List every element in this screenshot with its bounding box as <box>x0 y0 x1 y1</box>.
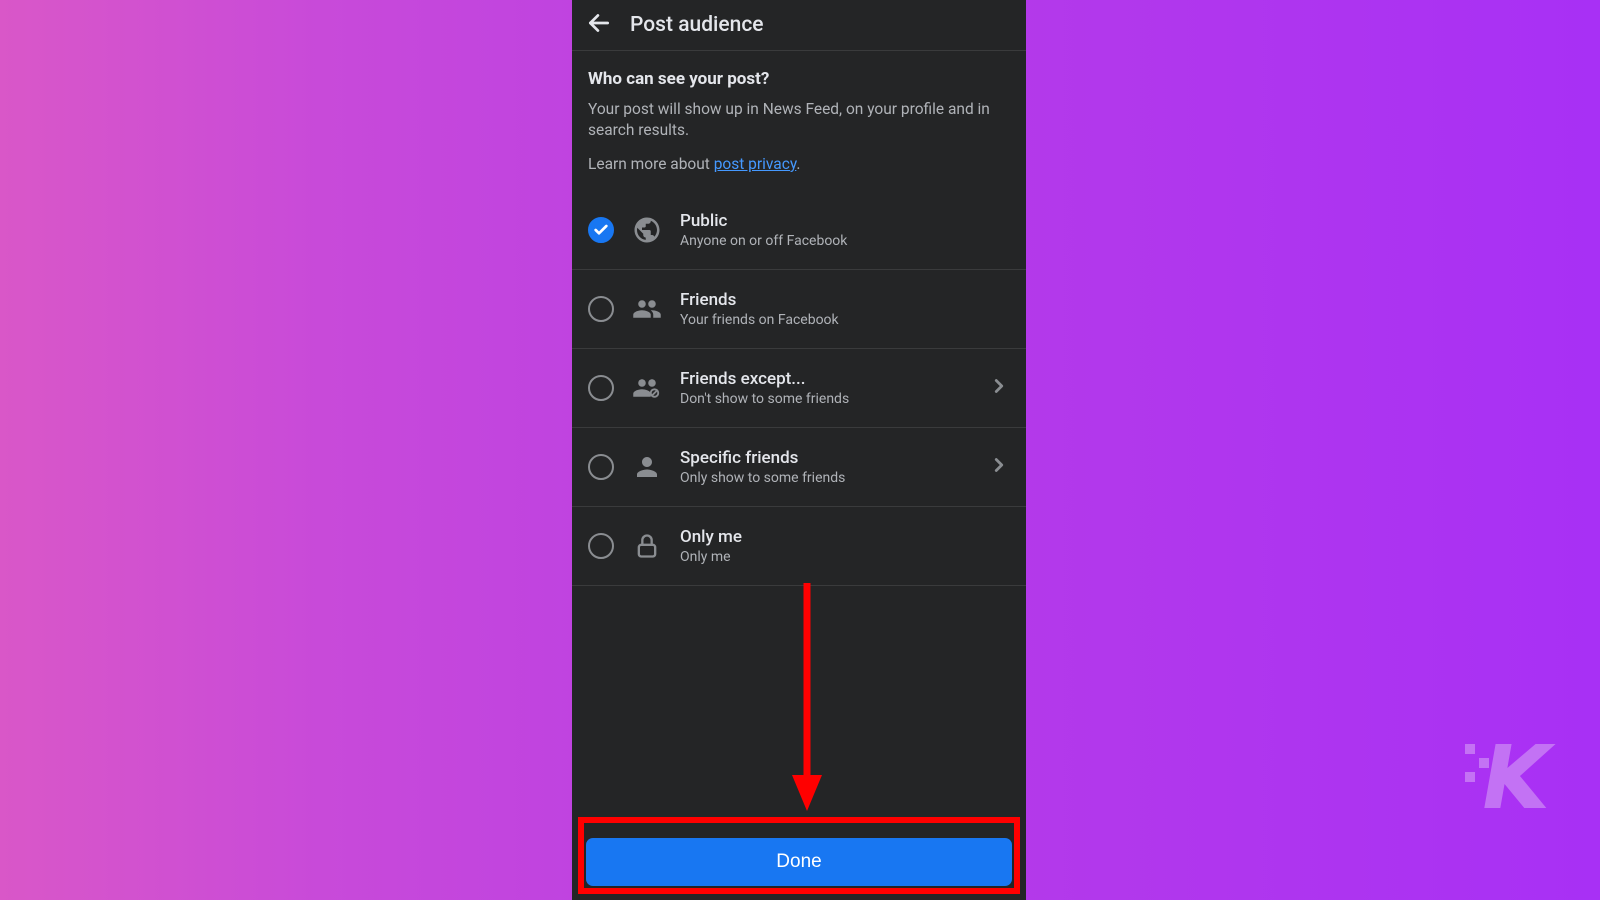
watermark-logo <box>1465 736 1560 820</box>
radio-unselected[interactable] <box>588 454 614 480</box>
description-text: Your post will show up in News Feed, on … <box>588 99 1010 141</box>
option-subtitle: Don't show to some friends <box>680 391 970 407</box>
header-title: Post audience <box>630 13 764 37</box>
footer: Done <box>572 824 1026 900</box>
specific-friends-icon <box>632 452 662 482</box>
option-text: Friends Your friends on Facebook <box>680 290 1010 328</box>
content-section: Who can see your post? Your post will sh… <box>572 51 1026 191</box>
audience-options-list: Public Anyone on or off Facebook Friends… <box>572 191 1026 586</box>
option-title: Friends <box>680 290 1010 310</box>
chevron-right-icon <box>988 375 1010 401</box>
section-title: Who can see your post? <box>588 69 1010 89</box>
friends-except-icon <box>632 373 662 403</box>
option-title: Specific friends <box>680 448 970 468</box>
globe-icon <box>632 215 662 245</box>
lock-icon <box>632 531 662 561</box>
radio-selected[interactable] <box>588 217 614 243</box>
post-audience-panel: Post audience Who can see your post? You… <box>572 0 1026 900</box>
audience-option-friends-except[interactable]: Friends except... Don't show to some fri… <box>572 349 1026 428</box>
option-subtitle: Only show to some friends <box>680 470 970 486</box>
option-title: Public <box>680 211 1010 231</box>
audience-option-public[interactable]: Public Anyone on or off Facebook <box>572 191 1026 270</box>
option-subtitle: Anyone on or off Facebook <box>680 233 1010 249</box>
header: Post audience <box>572 0 1026 51</box>
option-text: Only me Only me <box>680 527 1010 565</box>
audience-option-only-me[interactable]: Only me Only me <box>572 507 1026 586</box>
option-subtitle: Your friends on Facebook <box>680 312 1010 328</box>
option-text: Specific friends Only show to some frien… <box>680 448 970 486</box>
radio-unselected[interactable] <box>588 375 614 401</box>
option-title: Only me <box>680 527 1010 547</box>
audience-option-friends[interactable]: Friends Your friends on Facebook <box>572 270 1026 349</box>
audience-option-specific-friends[interactable]: Specific friends Only show to some frien… <box>572 428 1026 507</box>
learn-more-suffix: . <box>796 155 800 173</box>
post-privacy-link[interactable]: post privacy <box>714 155 797 173</box>
option-subtitle: Only me <box>680 549 1010 565</box>
learn-more-text: Learn more about post privacy. <box>588 155 1010 173</box>
option-title: Friends except... <box>680 369 970 389</box>
friends-icon <box>632 294 662 324</box>
option-text: Public Anyone on or off Facebook <box>680 211 1010 249</box>
radio-unselected[interactable] <box>588 533 614 559</box>
learn-more-prefix: Learn more about <box>588 155 714 173</box>
done-button[interactable]: Done <box>586 838 1012 886</box>
back-arrow-icon[interactable] <box>586 10 612 40</box>
checkmark-icon <box>593 222 609 238</box>
chevron-right-icon <box>988 454 1010 480</box>
radio-unselected[interactable] <box>588 296 614 322</box>
option-text: Friends except... Don't show to some fri… <box>680 369 970 407</box>
